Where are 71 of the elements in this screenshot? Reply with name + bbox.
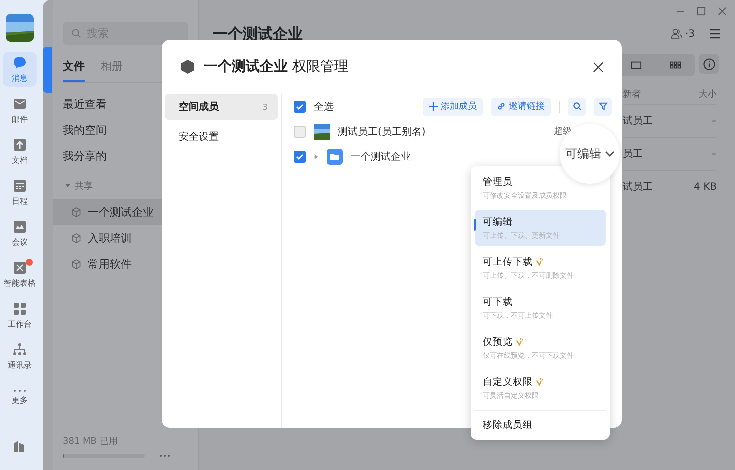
tab[interactable]: 文件 <box>63 55 85 82</box>
rail-item[interactable]: 通讯录 <box>3 339 37 374</box>
storage-text: 381 MB 已用 <box>63 436 119 448</box>
members-count[interactable]: ·3 <box>671 28 695 40</box>
chevron-down-icon <box>604 151 614 157</box>
dialog-nav-item[interactable]: 空间成员 3 <box>165 94 278 120</box>
info-button[interactable] <box>699 54 719 74</box>
org-chart-icon <box>12 342 28 358</box>
checkbox[interactable] <box>294 100 306 112</box>
close-icon <box>593 62 604 72</box>
table-cell: – <box>712 116 717 126</box>
calendar-icon <box>12 178 28 194</box>
plus-icon <box>429 102 438 111</box>
close-button[interactable] <box>593 62 604 72</box>
search-button[interactable] <box>568 98 586 116</box>
mail-icon <box>12 96 28 112</box>
rail-item[interactable]: 工作台 <box>3 298 37 333</box>
search-icon <box>71 28 82 39</box>
rail-item[interactable]: 日程 <box>3 175 37 210</box>
folder-icon <box>327 148 343 164</box>
info-icon <box>702 58 716 70</box>
maximize-icon <box>697 6 706 16</box>
dialog-title: 一个测试企业 权限管理 <box>204 58 350 76</box>
more-icon <box>159 454 171 458</box>
table-cell-text: 员工 <box>623 148 643 161</box>
link-icon <box>497 102 506 111</box>
cube-icon <box>180 59 196 75</box>
table-cell-text: 试员工 <box>623 180 653 194</box>
grid-icon <box>12 301 28 317</box>
cube-icon <box>71 232 82 244</box>
people-icon <box>671 28 684 40</box>
meeting-icon <box>12 219 28 235</box>
filter-button[interactable] <box>594 98 612 116</box>
rail-item[interactable]: 邮件 <box>3 93 37 128</box>
column-header: 大小 <box>699 88 717 100</box>
column-header: 新者 <box>623 88 641 100</box>
rail-item[interactable]: 更多 <box>3 380 37 415</box>
rail-item[interactable]: 会议 <box>3 216 37 251</box>
more-icon <box>13 389 27 393</box>
close-icon <box>718 6 727 16</box>
vip-icon <box>536 258 544 266</box>
cube-icon <box>71 206 82 218</box>
search-icon <box>572 102 582 111</box>
nav-item[interactable]: 常用软件 <box>53 251 198 277</box>
caret-right-icon <box>314 154 319 160</box>
nav-item[interactable]: 入职培训 <box>53 225 198 251</box>
table-cell: 4 KB <box>694 182 717 192</box>
check-icon <box>296 152 304 160</box>
rail-item[interactable]: 智能表格 <box>3 257 37 292</box>
member-name: 一个测试企业 <box>351 150 411 164</box>
vip-icon <box>516 338 524 346</box>
rail-item[interactable]: 文档 <box>3 134 37 169</box>
invite-link-button[interactable]: 邀请链接 <box>491 98 551 116</box>
cube-icon <box>71 258 82 270</box>
caret-down-icon <box>65 183 71 189</box>
remove-group-option[interactable]: 移除成员组 <box>475 410 606 436</box>
vip-icon <box>536 378 544 386</box>
dialog-nav-item[interactable]: 安全设置 <box>165 124 278 150</box>
table-cell: – <box>712 148 717 160</box>
table-cell-text: 试员工 <box>623 114 653 128</box>
grid-icon <box>670 60 681 70</box>
member-name: 测试员工(员工别名) <box>338 126 426 138</box>
document-icon <box>12 137 28 153</box>
chat-icon <box>12 55 28 71</box>
menu-icon <box>709 29 721 39</box>
check-icon <box>296 102 304 110</box>
filter-icon <box>598 102 608 111</box>
select-all-label: 全选 <box>314 100 334 114</box>
checkbox[interactable] <box>294 150 306 162</box>
add-member-button[interactable]: 添加成员 <box>423 98 483 116</box>
table-icon <box>12 260 28 276</box>
